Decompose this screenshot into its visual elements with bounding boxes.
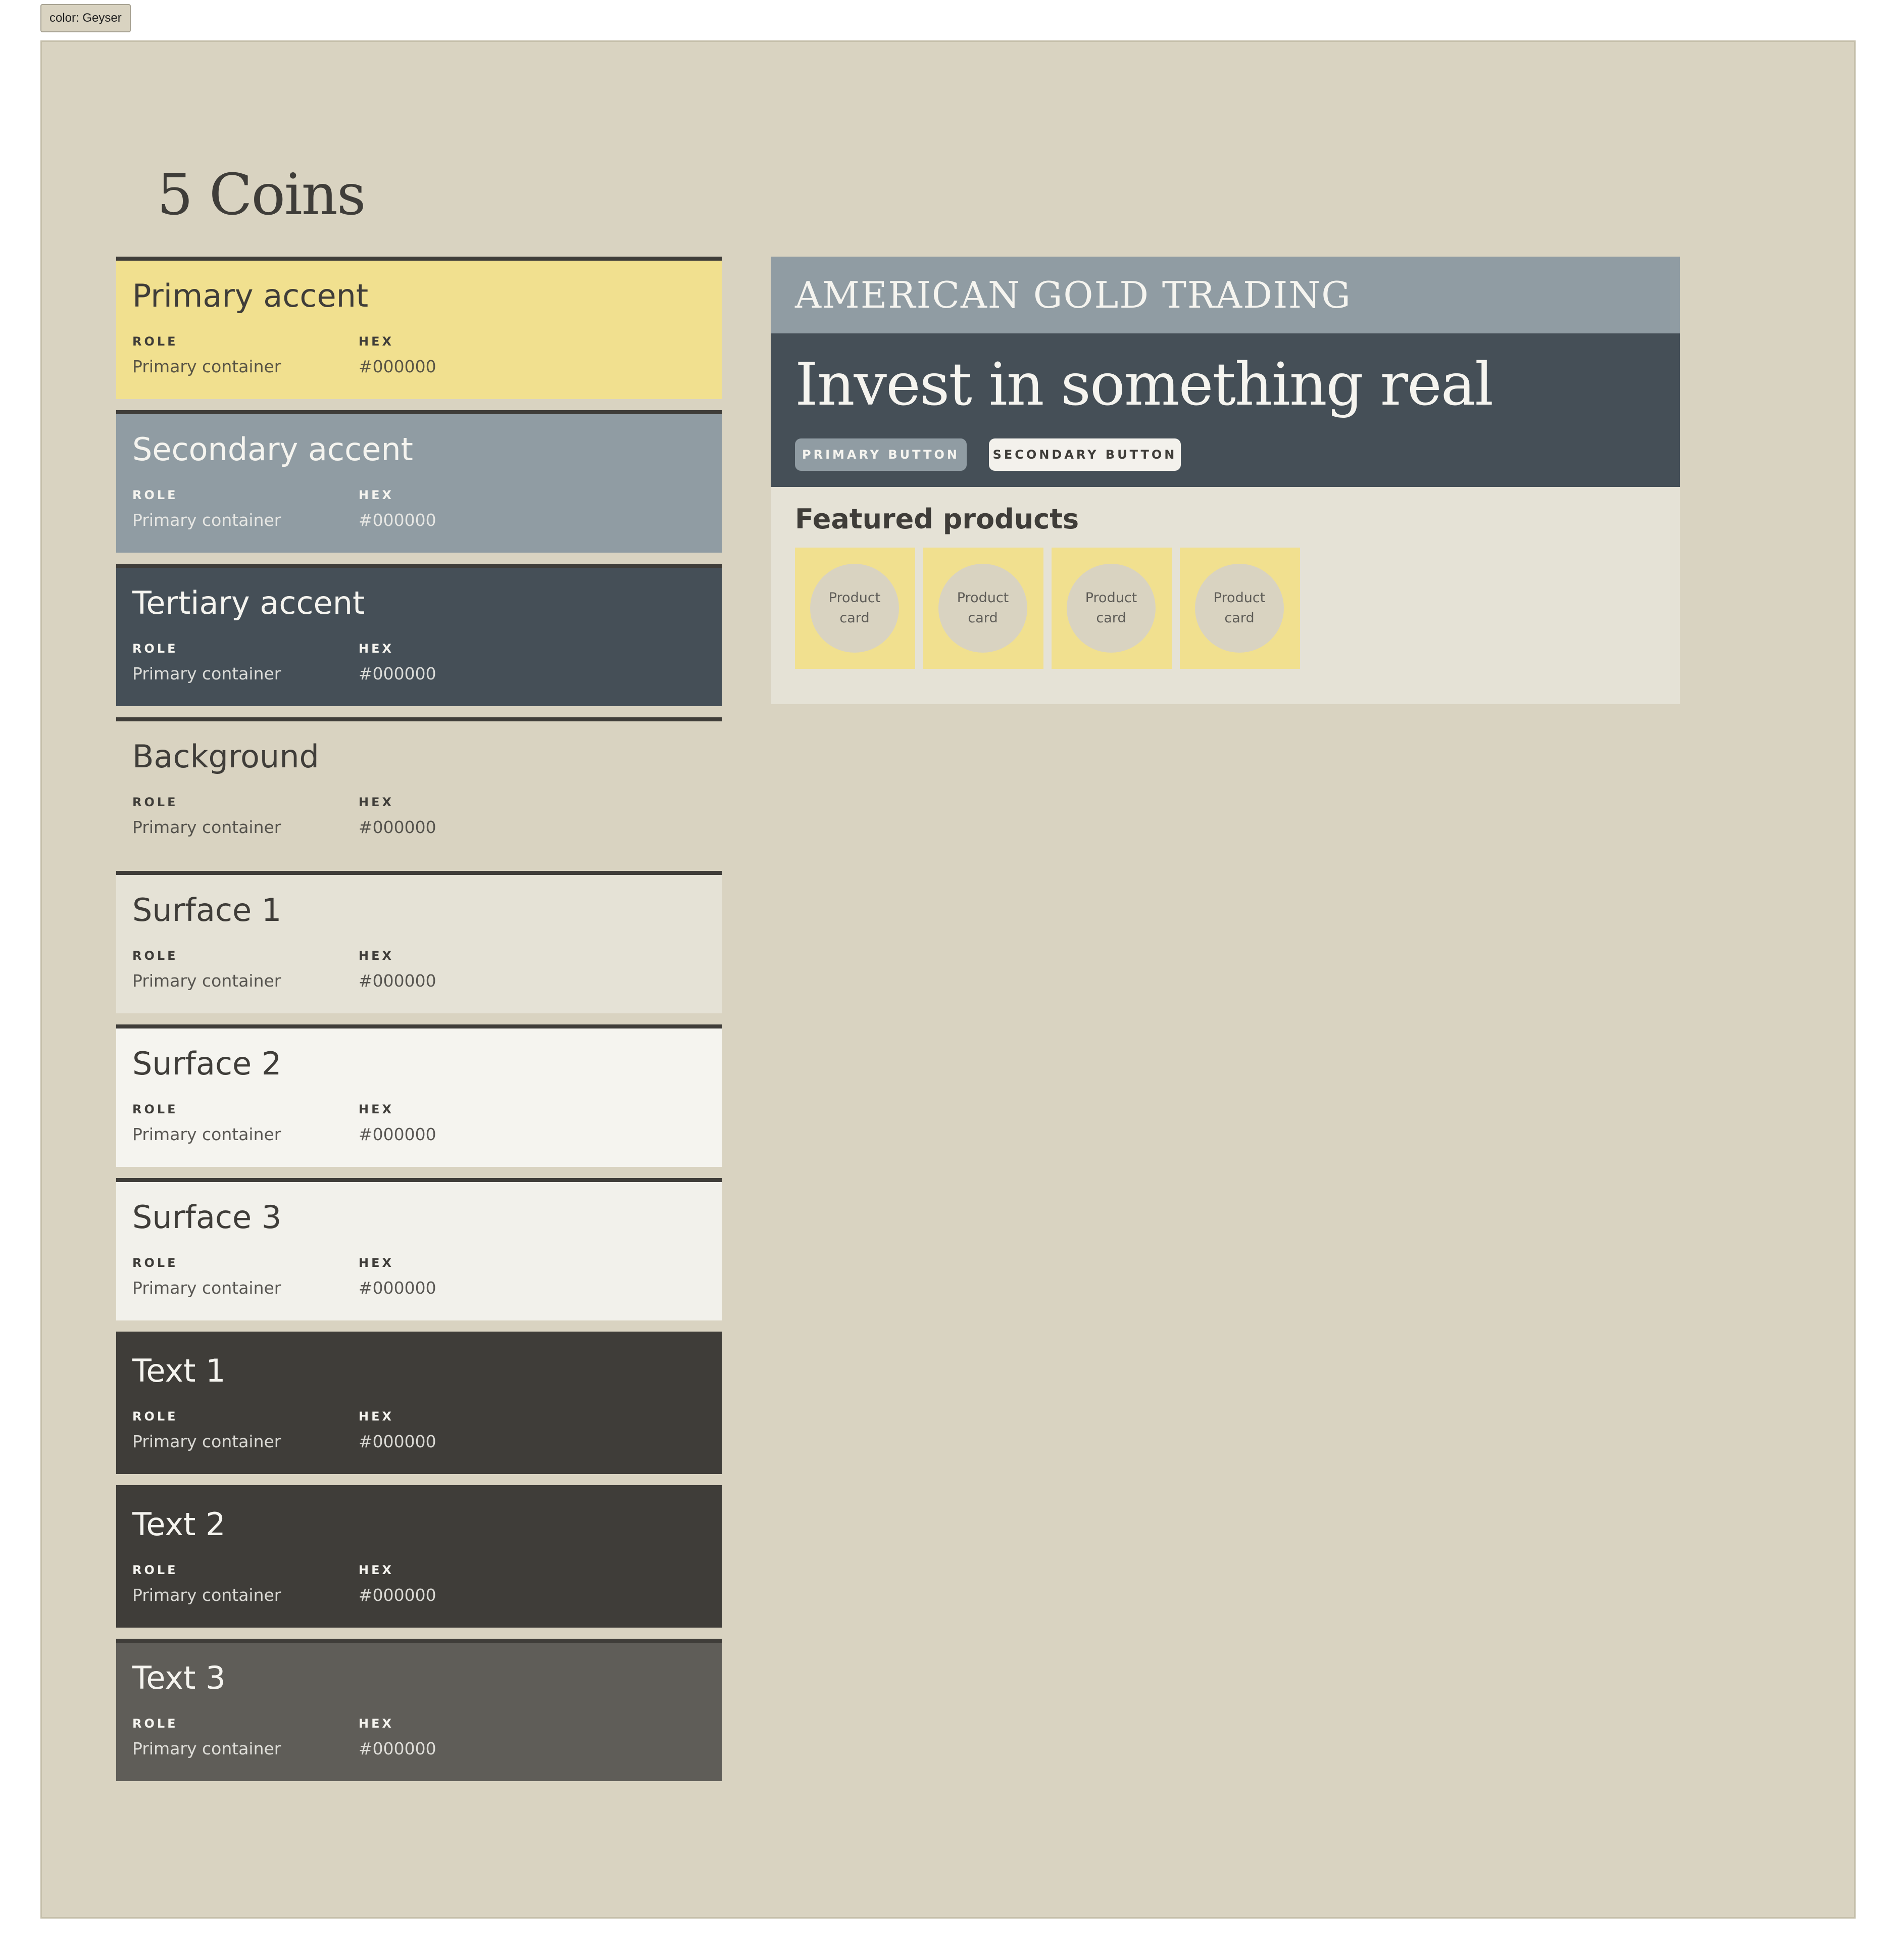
hex-label: HEX [359, 1563, 394, 1577]
hex-value: #000000 [359, 1432, 436, 1451]
product-card-label: Product card [1195, 564, 1284, 653]
role-label: ROLE [132, 488, 178, 502]
swatch-card: Surface 2 ROLE HEX Primary container #000000 [116, 1024, 722, 1167]
role-value: Primary container [132, 1585, 281, 1605]
hex-label: HEX [359, 642, 394, 656]
product-card[interactable]: Product card [1180, 548, 1300, 669]
hero-section: Invest in something real PRIMARY BUTTON … [771, 333, 1680, 487]
role-value: Primary container [132, 817, 281, 837]
swatch-card: Text 3 ROLE HEX Primary container #000000 [116, 1639, 722, 1781]
secondary-button[interactable]: SECONDARY BUTTON [989, 438, 1181, 471]
role-label: ROLE [132, 1102, 178, 1116]
swatch-card: Surface 1 ROLE HEX Primary container #000000 [116, 871, 722, 1013]
swatch-name: Text 1 [132, 1352, 226, 1389]
swatch-name: Surface 2 [132, 1045, 282, 1082]
hex-label: HEX [359, 1717, 394, 1731]
hero-headline: Invest in something real [795, 351, 1493, 419]
swatch-name: Surface 3 [132, 1199, 282, 1236]
product-card-label: Product card [938, 564, 1027, 653]
page-title: 5 Coins [157, 162, 366, 228]
role-value: Primary container [132, 1278, 281, 1298]
hex-label: HEX [359, 1409, 394, 1424]
role-value: Primary container [132, 357, 281, 376]
product-card[interactable]: Product card [795, 548, 915, 669]
hex-value: #000000 [359, 1278, 436, 1298]
featured-products-title: Featured products [795, 503, 1079, 535]
product-card[interactable]: Product card [1052, 548, 1172, 669]
role-label: ROLE [132, 949, 178, 963]
primary-button[interactable]: PRIMARY BUTTON [795, 438, 967, 471]
role-value: Primary container [132, 1124, 281, 1144]
hex-label: HEX [359, 949, 394, 963]
hex-value: #000000 [359, 664, 436, 683]
role-label: ROLE [132, 642, 178, 656]
swatch-name: Background [132, 738, 319, 775]
hex-value: #000000 [359, 1739, 436, 1758]
role-value: Primary container [132, 971, 281, 991]
hex-label: HEX [359, 334, 394, 349]
swatch-card: Surface 3 ROLE HEX Primary container #000000 [116, 1178, 722, 1320]
hex-value: #000000 [359, 1124, 436, 1144]
role-value: Primary container [132, 1739, 281, 1758]
brand-bar: AMERICAN GOLD TRADING [771, 257, 1680, 333]
hex-label: HEX [359, 1102, 394, 1116]
role-label: ROLE [132, 1717, 178, 1731]
swatch-name: Text 2 [132, 1506, 226, 1543]
role-label: ROLE [132, 795, 178, 809]
role-value: Primary container [132, 1432, 281, 1451]
hex-label: HEX [359, 488, 394, 502]
role-label: ROLE [132, 334, 178, 349]
swatch-card: Tertiary accent ROLE HEX Primary container #… [116, 564, 722, 706]
swatch-card: Text 2 ROLE HEX Primary container #000000 [116, 1485, 722, 1628]
role-label: ROLE [132, 1563, 178, 1577]
hex-label: HEX [359, 1256, 394, 1270]
swatch-card: Text 1 ROLE HEX Primary container #000000 [116, 1332, 722, 1474]
product-card[interactable]: Product card [923, 548, 1043, 669]
brand-name: AMERICAN GOLD TRADING [795, 274, 1352, 316]
swatch-name: Surface 1 [132, 892, 282, 928]
swatch-name: Primary accent [132, 277, 369, 314]
hex-value: #000000 [359, 817, 436, 837]
hex-value: #000000 [359, 357, 436, 376]
swatch-name: Secondary accent [132, 431, 413, 468]
hex-label: HEX [359, 795, 394, 809]
role-value: Primary container [132, 510, 281, 530]
role-value: Primary container [132, 664, 281, 683]
role-label: ROLE [132, 1256, 178, 1270]
swatch-name: Text 3 [132, 1659, 226, 1696]
swatch-card: Secondary accent ROLE HEX Primary container… [116, 410, 722, 553]
product-card-label: Product card [1067, 564, 1156, 653]
swatch-name: Tertiary accent [132, 584, 365, 621]
color-tag: color: Geyser [40, 4, 131, 32]
hex-value: #000000 [359, 1585, 436, 1605]
swatch-card: Background ROLE HEX Primary container #00000… [116, 717, 722, 860]
product-card-label: Product card [810, 564, 899, 653]
role-label: ROLE [132, 1409, 178, 1424]
hex-value: #000000 [359, 971, 436, 991]
theme-preview: AMERICAN GOLD TRADING Invest in somethin… [771, 257, 1680, 704]
hex-value: #000000 [359, 510, 436, 530]
swatch-card: Primary accent ROLE HEX Primary container #0… [116, 257, 722, 399]
